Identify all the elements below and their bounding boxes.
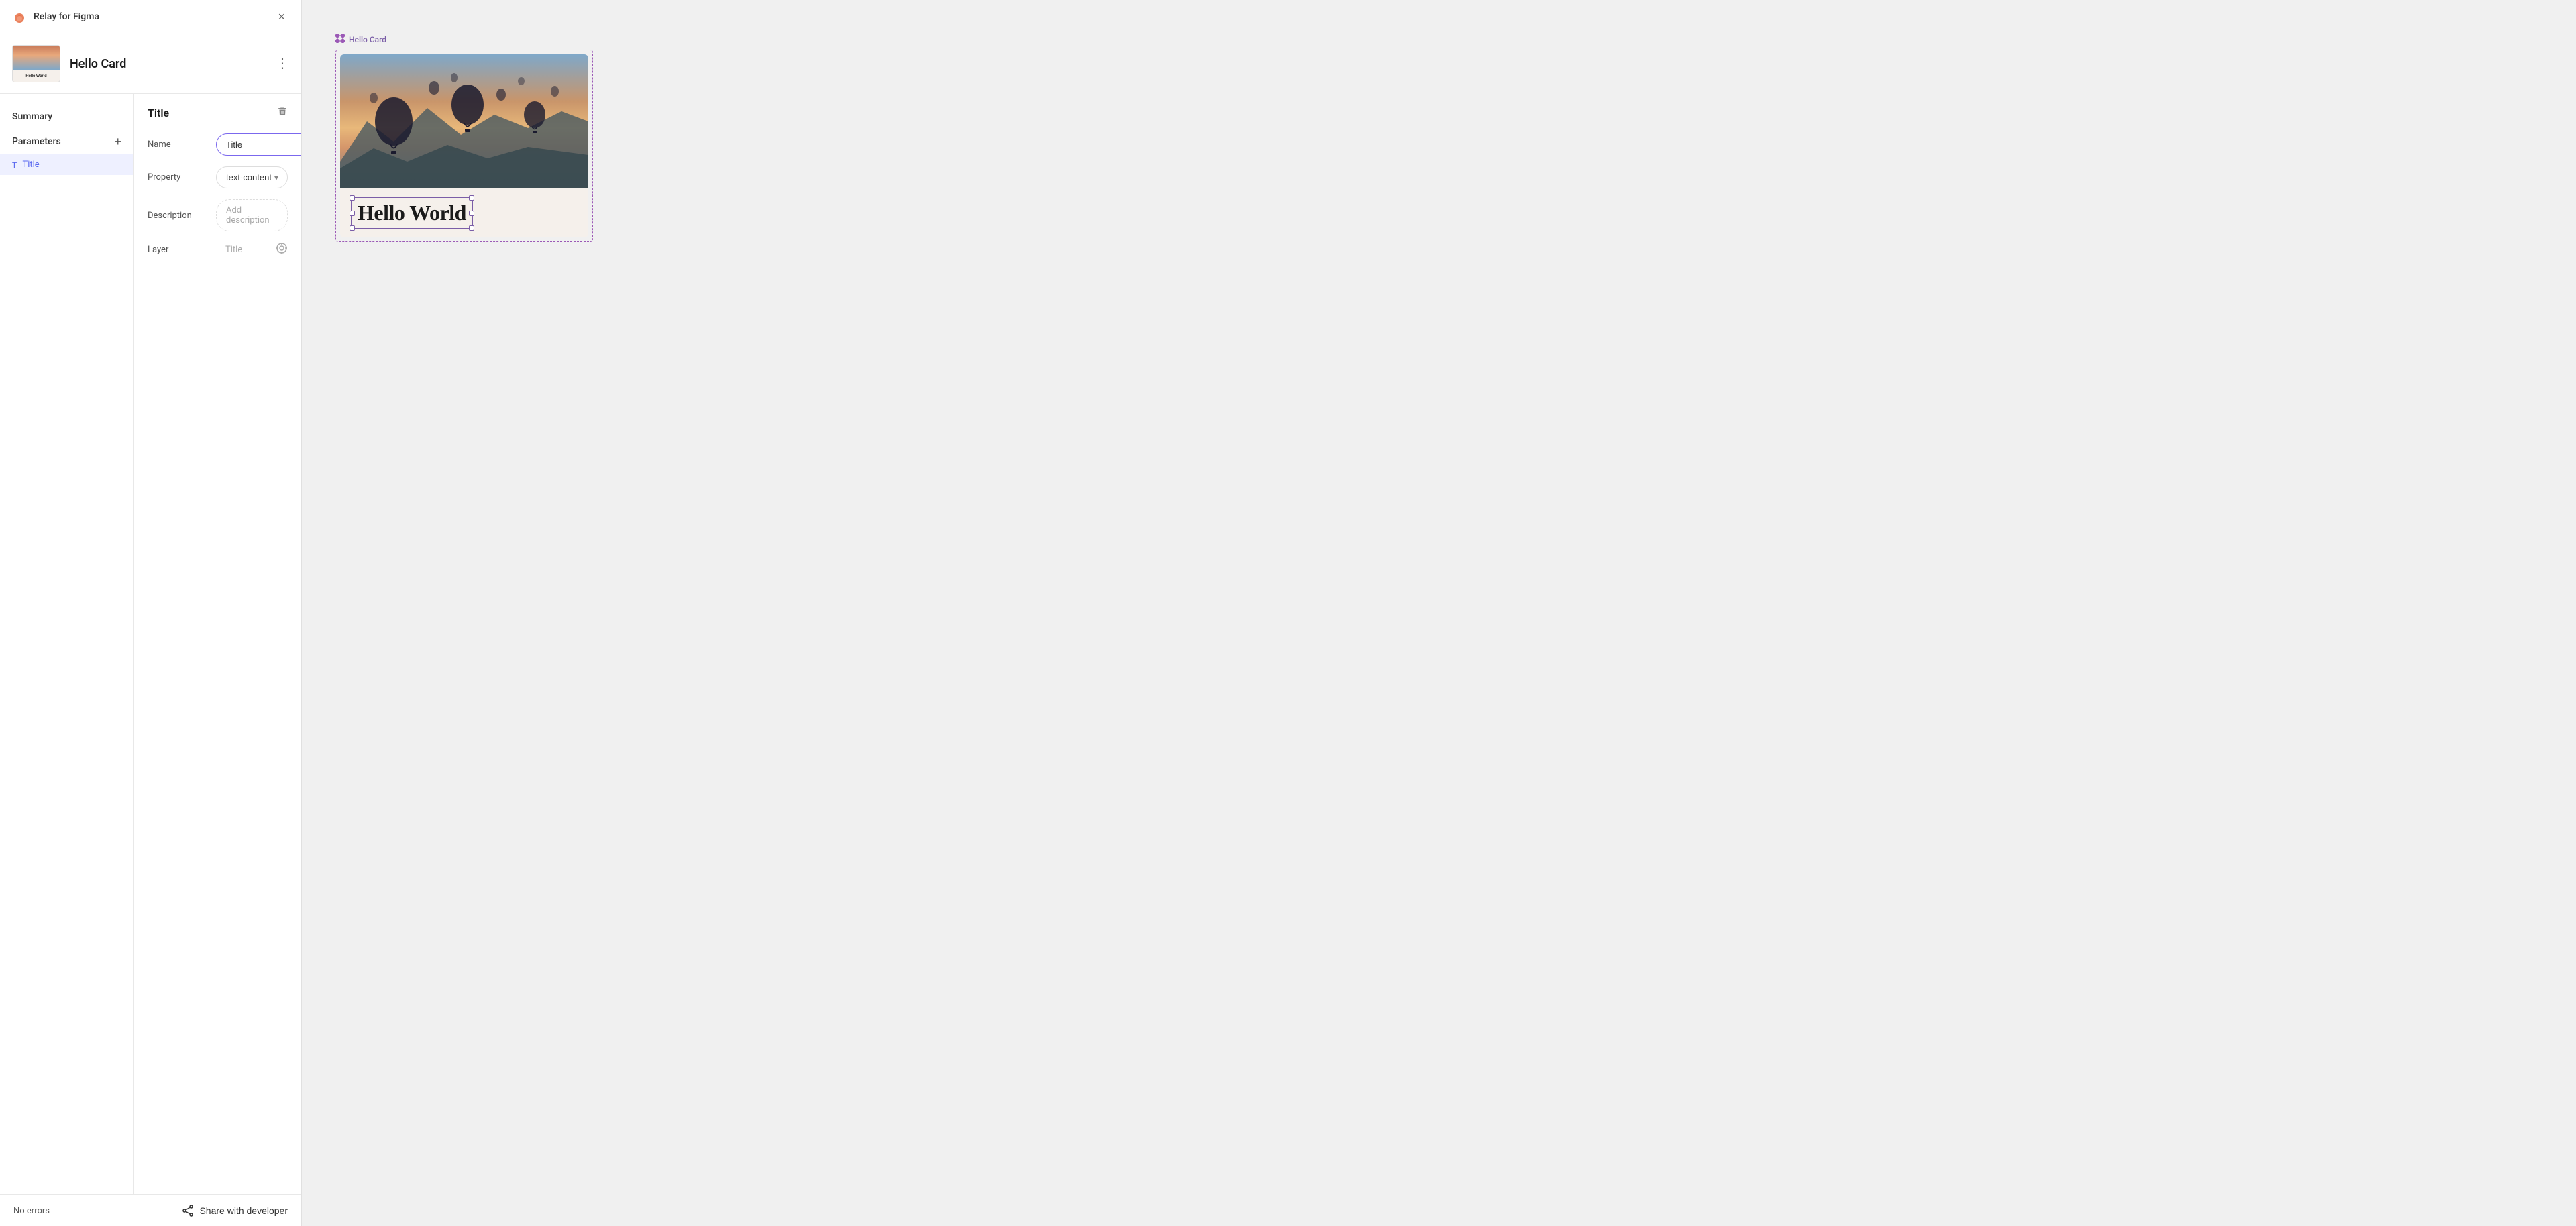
more-options-button[interactable]: ⋮ — [276, 57, 289, 70]
share-icon — [182, 1205, 194, 1217]
delete-button[interactable] — [277, 106, 288, 120]
name-label: Name — [148, 140, 208, 150]
canvas-component-wrapper: Hello Card — [335, 34, 593, 242]
canvas-area: Hello Card — [302, 0, 2576, 1226]
property-field-row: Property text-content text-color visibil… — [148, 166, 288, 188]
name-field-row: Name — [148, 133, 288, 156]
hello-world-text: Hello World — [358, 201, 466, 225]
property-label: Property — [148, 172, 208, 182]
description-input[interactable]: Add description — [216, 199, 288, 231]
panel-content: Summary Parameters + T Title Title — [0, 94, 301, 1194]
param-title-item[interactable]: T Title — [0, 154, 133, 175]
description-label: Description — [148, 211, 208, 221]
detail-header: Title — [148, 106, 288, 120]
sidebar-nav: Summary Parameters + T Title — [0, 94, 134, 1194]
panel-header: Relay for Figma × — [0, 0, 301, 34]
layer-field-row: Layer Title — [148, 242, 288, 257]
detail-panel: Title Name Prop — [134, 94, 301, 1194]
thumb-text: Hello World — [23, 73, 48, 79]
handle-ml — [350, 211, 355, 216]
canvas-component-label: Hello Card — [335, 34, 593, 46]
add-parameter-button[interactable]: + — [114, 135, 121, 148]
card-image — [340, 54, 588, 188]
hello-card: Hello World Hug × Hug — [340, 54, 588, 237]
handle-mr — [469, 211, 474, 216]
component-preview: Hello World Hello Card ⋮ — [0, 34, 301, 94]
handle-br — [469, 225, 474, 231]
header-left: Relay for Figma — [12, 9, 99, 24]
nav-parameters-header: Parameters + — [0, 129, 133, 154]
description-field-row: Description Add description — [148, 199, 288, 231]
share-button[interactable]: Share with developer — [182, 1205, 288, 1217]
no-errors-label: No errors — [13, 1206, 50, 1216]
target-icon[interactable] — [276, 242, 288, 257]
handle-bl — [350, 225, 355, 231]
panel-footer: No errors Share with developer — [0, 1194, 301, 1226]
component-grid-icon — [335, 34, 345, 46]
canvas-component-name: Hello Card — [349, 35, 386, 44]
close-button[interactable]: × — [274, 9, 289, 24]
handle-tr — [469, 195, 474, 201]
name-input[interactable] — [216, 133, 301, 156]
left-panel: Relay for Figma × Hello World Hello Card… — [0, 0, 302, 1226]
hello-world-container: Hello World Hug × Hug — [340, 188, 588, 237]
handle-tl — [350, 195, 355, 201]
nav-summary[interactable]: Summary — [0, 105, 133, 129]
text-type-icon: T — [12, 160, 17, 170]
relay-logo-icon — [12, 9, 27, 24]
parameters-label: Parameters — [12, 136, 61, 147]
balloon-scene — [340, 54, 588, 188]
component-name: Hello Card — [70, 57, 126, 71]
detail-title: Title — [148, 107, 169, 119]
param-title-label: Title — [22, 160, 39, 170]
layer-value: Title — [216, 245, 268, 255]
thumb-image — [13, 46, 60, 70]
share-label: Share with developer — [199, 1205, 288, 1216]
trash-icon — [277, 106, 288, 117]
component-preview-left: Hello World Hello Card — [12, 45, 126, 82]
layer-label: Layer — [148, 245, 208, 255]
component-card-outer: Hello World Hug × Hug — [335, 50, 593, 242]
component-thumbnail: Hello World — [12, 45, 60, 82]
hello-world-selection[interactable]: Hello World Hug × Hug — [351, 197, 473, 229]
property-select[interactable]: text-content text-color visibility slot — [216, 166, 288, 188]
app-title: Relay for Figma — [34, 11, 99, 22]
property-select-wrap: text-content text-color visibility slot … — [216, 166, 288, 188]
